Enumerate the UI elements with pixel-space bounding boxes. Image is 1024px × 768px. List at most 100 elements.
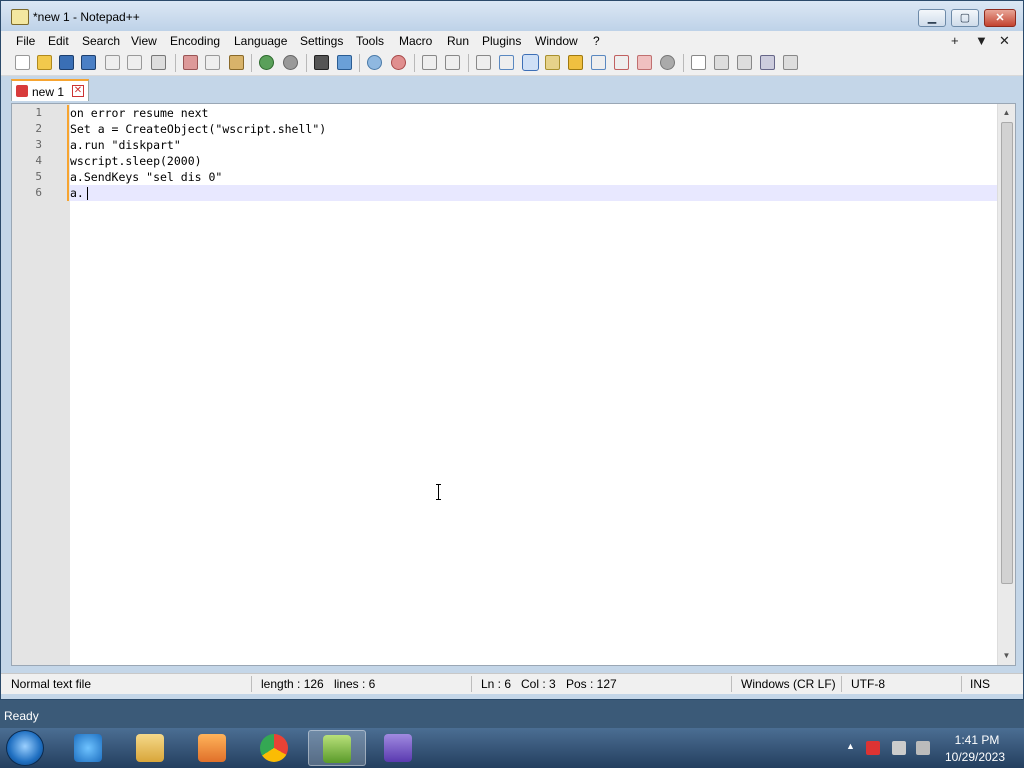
menu-search[interactable]: Search: [82, 34, 120, 48]
clock-time[interactable]: 1:41 PM: [952, 733, 1002, 747]
ready-status-text: Ready: [4, 709, 39, 723]
new-file-icon[interactable]: [15, 55, 30, 70]
close-file-icon[interactable]: [105, 55, 120, 70]
taskbar-file-explorer[interactable]: [122, 730, 180, 766]
cut-icon[interactable]: [183, 55, 198, 70]
stop-macro-icon[interactable]: [714, 55, 729, 70]
scroll-down-arrow[interactable]: ▼: [998, 649, 1015, 663]
editor-area[interactable]: 1 2 3 4 5 6 on error resume next Set a =…: [11, 103, 1016, 666]
word-wrap-icon[interactable]: [476, 55, 491, 70]
toolbar-separator: [683, 54, 684, 72]
sync-horizontal-icon[interactable]: [445, 55, 460, 70]
status-ln: Ln : 6: [481, 677, 512, 691]
menu-window[interactable]: Window: [535, 34, 578, 48]
replace-icon[interactable]: [337, 55, 352, 70]
start-button-icon[interactable]: [6, 730, 44, 766]
menu-help[interactable]: ?: [593, 34, 600, 48]
code-line[interactable]: a.: [70, 185, 84, 201]
scroll-up-arrow[interactable]: ▲: [998, 106, 1015, 120]
close-doc-icon[interactable]: ✕: [999, 33, 1010, 49]
redo-icon[interactable]: [283, 55, 298, 70]
open-file-icon[interactable]: [37, 55, 52, 70]
sync-vertical-icon[interactable]: [422, 55, 437, 70]
toolbar-separator: [251, 54, 252, 72]
show-all-chars-icon[interactable]: [499, 55, 514, 70]
zoom-out-icon[interactable]: [391, 55, 406, 70]
run-macro-multiple-icon[interactable]: [760, 55, 775, 70]
code-text-area[interactable]: on error resume next Set a = CreateObjec…: [70, 104, 998, 665]
maximize-button[interactable]: ▢: [951, 9, 979, 27]
network-icon[interactable]: [892, 741, 906, 755]
paste-icon[interactable]: [229, 55, 244, 70]
menu-encoding[interactable]: Encoding: [170, 34, 220, 48]
folder-workspace-icon[interactable]: [614, 55, 629, 70]
menu-macro[interactable]: Macro: [399, 34, 432, 48]
code-line[interactable]: a.run "diskpart": [70, 137, 181, 153]
notepadpp-window: *new 1 - Notepad++ ▁ ▢ ✕ File Edit Searc…: [0, 0, 1024, 700]
code-line[interactable]: on error resume next: [70, 105, 208, 121]
print-icon[interactable]: [151, 55, 166, 70]
scroll-thumb[interactable]: [1001, 122, 1013, 584]
status-divider: [251, 676, 252, 692]
close-button[interactable]: ✕: [984, 9, 1016, 27]
indent-guide-icon[interactable]: [522, 54, 539, 71]
action-center-icon[interactable]: [866, 741, 880, 755]
zoom-in-icon[interactable]: [367, 55, 382, 70]
undo-icon[interactable]: [259, 55, 274, 70]
close-all-icon[interactable]: [127, 55, 142, 70]
code-line[interactable]: Set a = CreateObject("wscript.shell"): [70, 121, 326, 137]
tab-list-icon[interactable]: ▼: [975, 33, 988, 48]
tab-close-icon[interactable]: ✕: [72, 85, 84, 97]
menu-edit[interactable]: Edit: [48, 34, 69, 48]
status-encoding[interactable]: UTF-8: [851, 677, 885, 691]
play-macro-icon[interactable]: [737, 55, 752, 70]
function-list-icon[interactable]: [591, 55, 606, 70]
taskbar-media-player[interactable]: [184, 730, 242, 766]
taskbar-notepadplusplus[interactable]: [308, 730, 366, 766]
tab-new-1[interactable]: new 1 ✕: [11, 79, 89, 101]
taskbar-internet-explorer[interactable]: [60, 730, 118, 766]
minimize-button[interactable]: ▁: [918, 9, 946, 27]
visual-studio-icon: [384, 734, 412, 762]
status-col: Col : 3: [521, 677, 556, 691]
find-icon[interactable]: [314, 55, 329, 70]
toolbar-separator: [414, 54, 415, 72]
notepadpp-app-icon: [11, 9, 29, 25]
spell-check-icon[interactable]: [660, 55, 675, 70]
monitoring-icon[interactable]: [637, 55, 652, 70]
volume-icon[interactable]: [916, 741, 930, 755]
code-line[interactable]: wscript.sleep(2000): [70, 153, 202, 169]
record-macro-icon[interactable]: [691, 55, 706, 70]
chrome-icon: [260, 734, 288, 762]
save-all-icon[interactable]: [81, 55, 96, 70]
code-line[interactable]: a.SendKeys "sel dis 0": [70, 169, 222, 185]
udl-icon[interactable]: [545, 55, 560, 70]
taskbar-chrome[interactable]: [246, 730, 304, 766]
taskbar-visual-studio[interactable]: [370, 730, 428, 766]
toolbar-separator: [175, 54, 176, 72]
save-macro-icon[interactable]: [783, 55, 798, 70]
save-icon[interactable]: [59, 55, 74, 70]
menu-run[interactable]: Run: [447, 34, 469, 48]
menu-tools[interactable]: Tools: [356, 34, 384, 48]
title-bar[interactable]: *new 1 - Notepad++ ▁ ▢ ✕: [1, 1, 1023, 31]
menu-settings[interactable]: Settings: [300, 34, 343, 48]
toolbar-separator: [468, 54, 469, 72]
status-divider: [841, 676, 842, 692]
menu-view[interactable]: View: [131, 34, 157, 48]
new-tab-icon[interactable]: +: [951, 33, 959, 48]
status-length: length : 126: [261, 677, 324, 691]
vertical-scrollbar[interactable]: ▲ ▼: [997, 104, 1015, 665]
menu-file[interactable]: File: [16, 34, 35, 48]
menu-language[interactable]: Language: [234, 34, 287, 48]
ready-bar: Ready: [0, 700, 1024, 728]
clock-date[interactable]: 10/29/2023: [940, 750, 1010, 764]
status-pos: Pos : 127: [566, 677, 617, 691]
status-eol[interactable]: Windows (CR LF): [741, 677, 836, 691]
doc-map-icon[interactable]: [568, 55, 583, 70]
menu-plugins[interactable]: Plugins: [482, 34, 521, 48]
copy-icon[interactable]: [205, 55, 220, 70]
tray-overflow-icon[interactable]: ▲: [846, 741, 860, 755]
status-divider: [471, 676, 472, 692]
line-number: 1: [35, 106, 42, 119]
